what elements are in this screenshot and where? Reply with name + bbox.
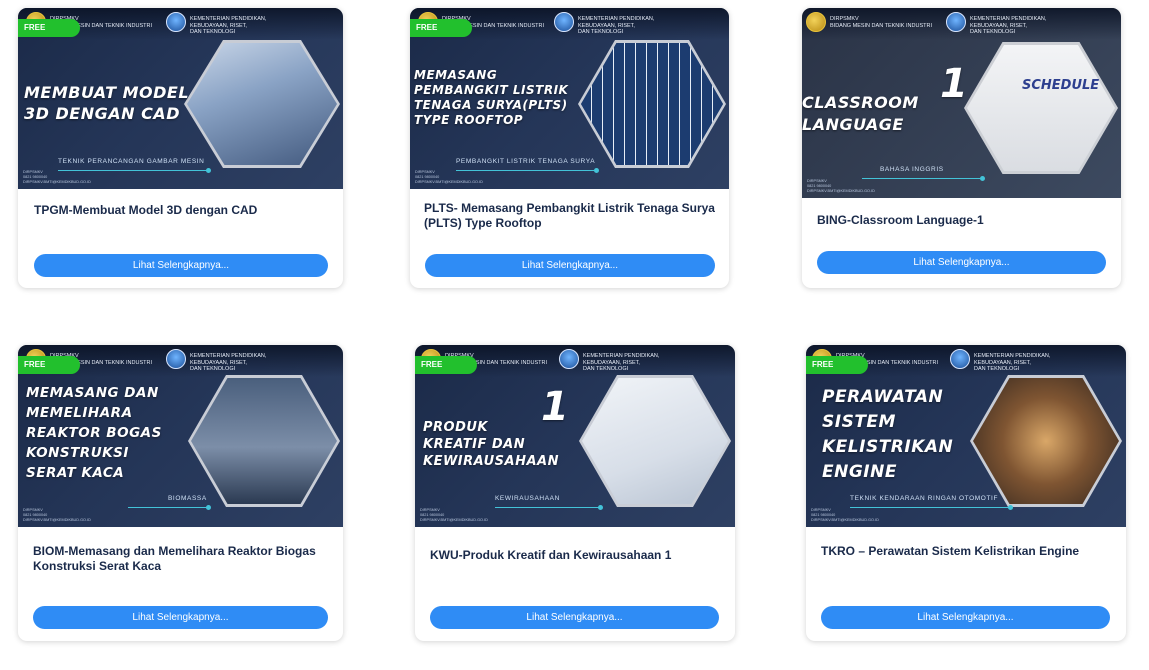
contact-info: DIRPSMKV 0821 9800040 DIRPSMKV.BMTI@KEMD…	[420, 508, 488, 522]
contact-info: DIRPSMKV 0821 9800040 DIRPSMKV.BMTI@KEMD…	[415, 170, 483, 184]
contact-info: DIRPSMKV 0821 9800040 DIRPSMKV.BMTI@KEMD…	[23, 170, 91, 184]
course-title: BING-Classroom Language-1	[817, 213, 984, 227]
ministry-text: KEMENTERIAN PENDIDIKAN, KEBUDAYAAN, RISE…	[974, 353, 1051, 372]
contact-info: DIRPSMKV 0821 9800040 DIRPSMKV.BMTI@KEMD…	[807, 179, 875, 193]
course-card[interactable]: DIRPSMKV BIDANG MESIN DAN TEKNIK INDUSTR…	[806, 345, 1126, 641]
view-details-button[interactable]: Lihat Selengkapnya...	[821, 606, 1110, 629]
banner-title: PRODUK KREATIF DAN KEWIRAUSAHAAN	[423, 420, 559, 469]
banner-title: CLASSROOM LANGUAGE	[802, 93, 919, 134]
contact-info: DIRPSMKV 0821 9800040 DIRPSMKV.BMTI@KEMD…	[811, 508, 879, 522]
kemendikbud-logo-icon	[166, 12, 186, 32]
solar-panel-image	[581, 43, 723, 165]
banner-subject: BIOMASSA	[168, 495, 207, 502]
engine-repair-image	[973, 378, 1119, 504]
ministry-text: KEMENTERIAN PENDIDIKAN, KEBUDAYAAN, RISE…	[583, 353, 660, 372]
view-details-button[interactable]: Lihat Selengkapnya...	[34, 254, 328, 277]
banner-title: MEMASANG DAN MEMELIHARA REAKTOR BOGAS KO…	[26, 385, 162, 481]
business-analytics-image	[582, 378, 728, 504]
banner-subject: BAHASA INGGRIS	[880, 166, 944, 173]
free-badge: FREE	[410, 19, 472, 37]
course-title: TKRO – Perawatan Sistem Kelistrikan Engi…	[821, 544, 1080, 558]
kemendikbud-logo-icon	[554, 12, 574, 32]
course-thumbnail[interactable]: DIRPSMKV BIDANG MESIN DAN TEKNIK INDUSTR…	[802, 8, 1121, 198]
course-card[interactable]: DIRPSMKV BIDANG MESIN DAN TEKNIK INDUSTR…	[18, 345, 343, 641]
banner-title: MEMBUAT MODEL 3D DENGAN CAD	[24, 83, 190, 123]
kemendikbud-logo-icon	[166, 349, 186, 369]
org-brand-text: DIRPSMKV BIDANG MESIN DAN TEKNIK INDUSTR…	[830, 16, 932, 29]
free-badge: FREE	[806, 356, 868, 374]
contact-info: DIRPSMKV 0821 9800040 DIRPSMKV.BMTI@KEMD…	[23, 508, 91, 522]
view-details-button[interactable]: Lihat Selengkapnya...	[817, 251, 1106, 274]
course-card[interactable]: DIRPSMKV BIDANG MESIN DAN TEKNIK INDUSTR…	[802, 8, 1121, 288]
kemendikbud-logo-icon	[946, 12, 966, 32]
free-badge: FREE	[18, 19, 80, 37]
schedule-board-image	[967, 45, 1115, 171]
course-title: KWU-Produk Kreatif dan Kewirausahaan 1	[430, 548, 672, 562]
kemendikbud-logo-icon	[950, 349, 970, 369]
view-details-button[interactable]: Lihat Selengkapnya...	[33, 606, 328, 629]
ministry-text: KEMENTERIAN PENDIDIKAN, KEBUDAYAAN, RISE…	[970, 16, 1047, 35]
course-card[interactable]: DIRPSMKV BIDANG MESIN DAN TEKNIK INDUSTR…	[410, 8, 729, 288]
banner-title: MEMASANG PEMBANGKIT LISTRIK TENAGA SURYA…	[414, 68, 569, 127]
ministry-text: KEMENTERIAN PENDIDIKAN, KEBUDAYAAN, RISE…	[190, 353, 267, 372]
banner-subject: TEKNIK KENDARAAN RINGAN OTOMOTIF	[850, 495, 999, 502]
banner-subject: KEWIRAUSAHAAN	[495, 495, 560, 502]
course-title: BIOM-Memasang dan Memelihara Reaktor Bio…	[33, 544, 316, 573]
view-details-button[interactable]: Lihat Selengkapnya...	[425, 254, 715, 277]
course-card[interactable]: DIRPSMKV BIDANG MESIN DAN TEKNIK INDUSTR…	[415, 345, 735, 641]
kemendikbud-logo-icon	[559, 349, 579, 369]
free-badge: FREE	[415, 356, 477, 374]
ministry-text: KEMENTERIAN PENDIDIKAN, KEBUDAYAAN, RISE…	[578, 16, 655, 35]
banner-subject: TEKNIK PERANCANGAN GAMBAR MESIN	[58, 158, 205, 165]
cad-workstation-image	[187, 43, 337, 165]
free-badge: FREE	[18, 356, 80, 374]
course-title: TPGM-Membuat Model 3D dengan CAD	[34, 203, 258, 217]
course-title: PLTS- Memasang Pembangkit Listrik Tenaga…	[424, 201, 715, 230]
ministry-text: KEMENTERIAN PENDIDIKAN, KEBUDAYAAN, RISE…	[190, 16, 267, 35]
biogas-technician-image	[191, 378, 337, 504]
banner-number: 1	[940, 61, 969, 107]
course-card[interactable]: DIRPSMKV BIDANG MESIN DAN TEKNIK INDUSTR…	[18, 8, 343, 288]
banner-extra-text: SCHEDULE	[1022, 78, 1100, 93]
dirpsmkv-logo-icon	[806, 12, 826, 32]
banner-title: PERAWATAN SISTEM KELISTRIKAN ENGINE	[822, 387, 954, 482]
view-details-button[interactable]: Lihat Selengkapnya...	[430, 606, 719, 629]
banner-subject: PEMBANGKIT LISTRIK TENAGA SURYA	[456, 158, 596, 165]
